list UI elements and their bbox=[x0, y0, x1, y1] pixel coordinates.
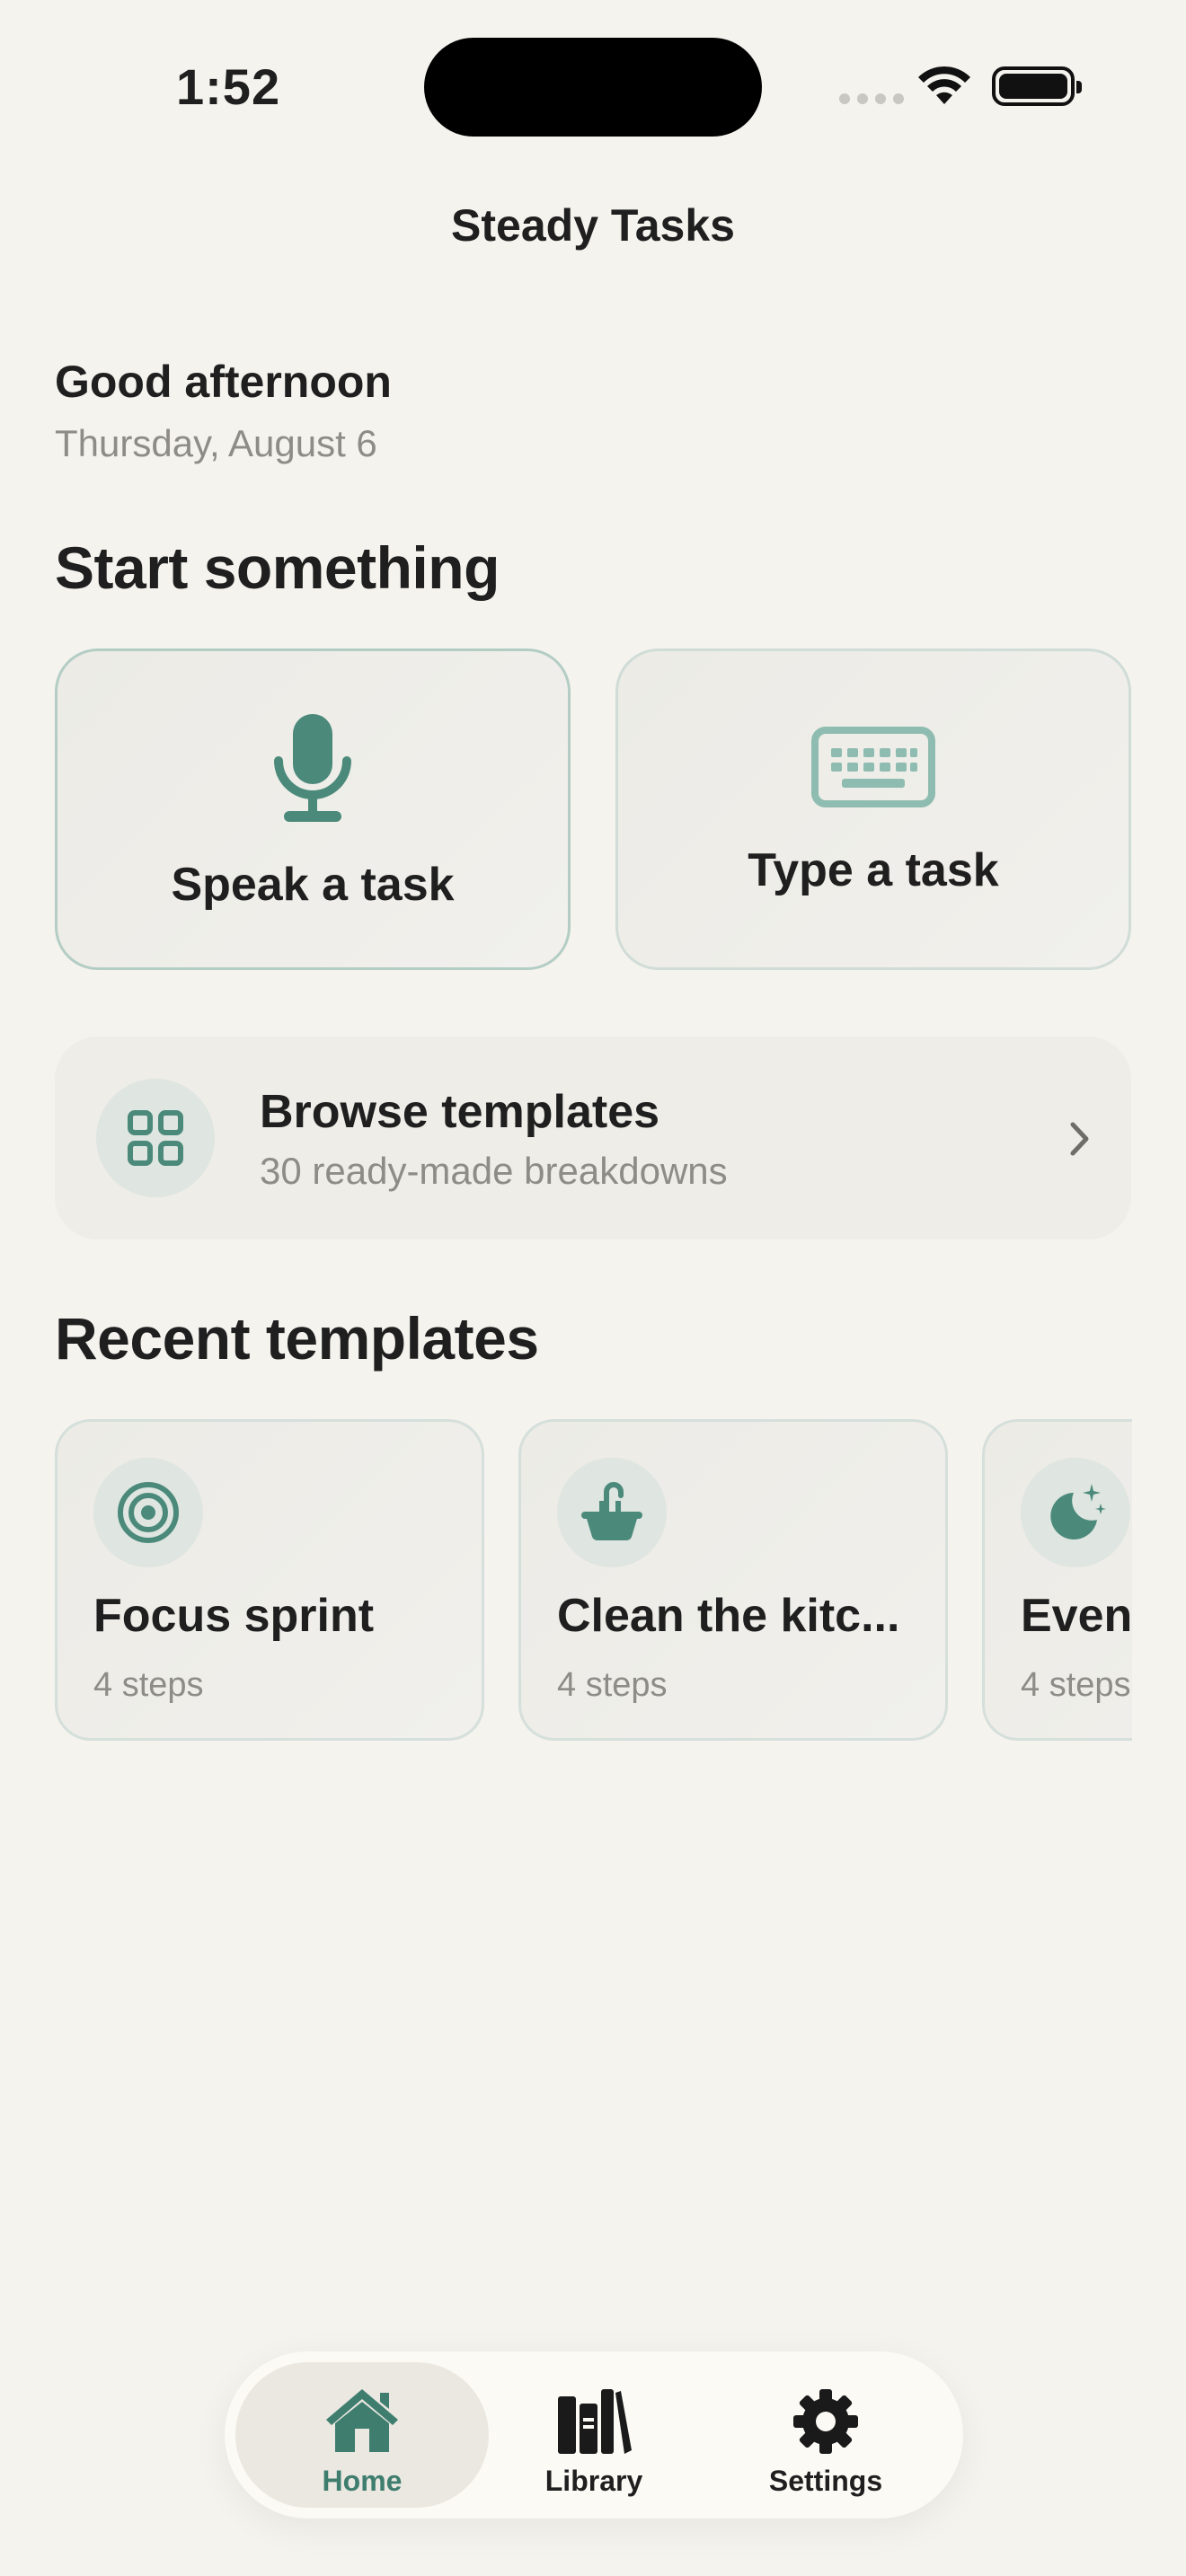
books-icon bbox=[558, 2389, 632, 2454]
recent-template-name: Clean the kitc... bbox=[557, 1590, 900, 1642]
tab-home-label: Home bbox=[322, 2465, 403, 2497]
moon-stars-icon bbox=[1021, 1458, 1130, 1567]
gear-icon bbox=[793, 2389, 858, 2454]
tab-settings[interactable]: Settings bbox=[699, 2362, 952, 2508]
house-icon bbox=[326, 2389, 398, 2452]
greeting-title: Good afternoon bbox=[55, 357, 392, 407]
recent-template-card[interactable]: Clean the kitc... 4 steps bbox=[518, 1419, 948, 1741]
tab-settings-label: Settings bbox=[768, 2465, 883, 2497]
app-title: Steady Tasks bbox=[451, 200, 735, 251]
keyboard-icon bbox=[811, 727, 935, 807]
speak-task-button[interactable]: Speak a task bbox=[55, 648, 571, 970]
recent-section-title: Recent templates bbox=[55, 1305, 539, 1372]
wifi-icon bbox=[918, 66, 970, 104]
sink-icon bbox=[557, 1458, 667, 1567]
recent-template-card[interactable]: Focus sprint 4 steps bbox=[55, 1419, 484, 1741]
type-task-button[interactable]: Type a task bbox=[615, 648, 1131, 970]
tab-bar: Home Library Settings bbox=[225, 2351, 963, 2519]
chevron-right-icon bbox=[1070, 1122, 1089, 1156]
tab-library[interactable]: Library bbox=[467, 2362, 721, 2508]
recent-templates-carousel[interactable]: Focus sprint 4 steps Clean the kitc... 4… bbox=[55, 1419, 1132, 1742]
recent-template-name: Eveni bbox=[1021, 1590, 1132, 1642]
status-time: 1:52 bbox=[176, 58, 281, 115]
browse-templates-button[interactable]: Browse templates 30 ready-made breakdown… bbox=[55, 1037, 1131, 1239]
grid-icon bbox=[96, 1079, 215, 1197]
recent-template-name: Focus sprint bbox=[93, 1590, 375, 1642]
greeting-date: Thursday, August 6 bbox=[55, 422, 377, 464]
start-section-title: Start something bbox=[55, 534, 500, 601]
browse-templates-title: Browse templates bbox=[260, 1086, 660, 1138]
tab-library-label: Library bbox=[544, 2465, 643, 2497]
recent-template-steps: 4 steps bbox=[93, 1666, 204, 1704]
cellular-signal-icon bbox=[839, 93, 904, 104]
dynamic-island bbox=[424, 38, 762, 137]
type-task-label: Type a task bbox=[748, 844, 999, 896]
battery-icon bbox=[992, 66, 1082, 106]
tab-home[interactable]: Home bbox=[235, 2362, 489, 2508]
recent-template-steps: 4 steps bbox=[557, 1666, 668, 1704]
status-bar: 1:52 bbox=[0, 0, 1186, 171]
browse-templates-subtitle: 30 ready-made breakdowns bbox=[260, 1150, 728, 1192]
recent-template-card[interactable]: Eveni 4 steps bbox=[982, 1419, 1132, 1741]
speak-task-label: Speak a task bbox=[171, 859, 455, 911]
target-icon bbox=[93, 1458, 203, 1567]
recent-template-steps: 4 steps bbox=[1021, 1666, 1131, 1704]
microphone-icon bbox=[274, 714, 351, 822]
